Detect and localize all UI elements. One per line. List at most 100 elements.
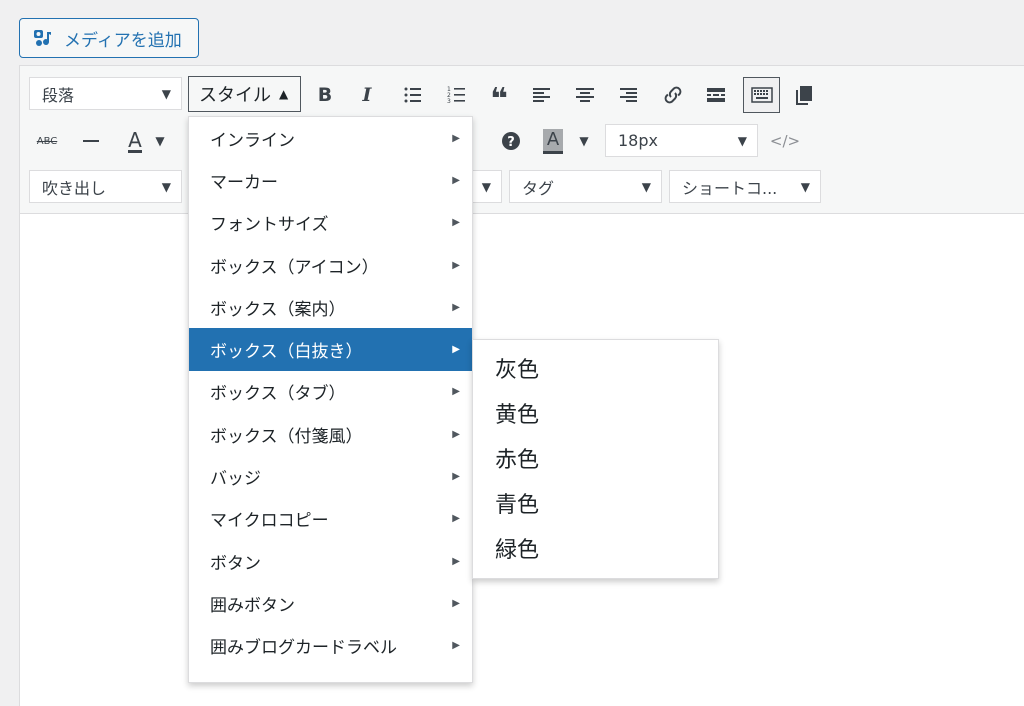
- italic-button[interactable]: I: [350, 78, 384, 112]
- font-size-select[interactable]: 18px ▼: [605, 124, 758, 157]
- font-size-value: 18px: [618, 131, 658, 150]
- menu-item-label: ボックス（案内）: [210, 299, 346, 320]
- align-center-icon: [576, 88, 594, 102]
- blockquote-button[interactable]: ❝: [482, 78, 516, 115]
- styles-dropdown-button[interactable]: スタイル ▲: [188, 76, 301, 112]
- shortcode-select[interactable]: ショートコ... ▼: [669, 170, 821, 203]
- chevron-right-icon: ▶: [452, 301, 460, 313]
- menu-item-button[interactable]: ボタン ▶: [189, 540, 472, 582]
- submenu-item-label: 青色: [495, 492, 540, 518]
- horizontal-line-button[interactable]: [74, 124, 108, 158]
- bullet-list-button[interactable]: [396, 78, 430, 112]
- menu-item-label: 囲みブログカードラベル: [210, 638, 397, 659]
- menu-item-box-guide[interactable]: ボックス（案内） ▶: [189, 286, 472, 328]
- align-right-icon: [620, 88, 637, 102]
- chevron-right-icon: ▶: [452, 217, 460, 229]
- menu-item-label: 囲みボタン: [210, 595, 295, 616]
- submenu-item-gray[interactable]: 灰色: [473, 345, 718, 390]
- text-color-dropdown[interactable]: ▼: [150, 124, 170, 158]
- chevron-down-icon: ▼: [155, 134, 165, 148]
- background-color-button[interactable]: A: [536, 124, 570, 158]
- insert-link-button[interactable]: [656, 78, 690, 112]
- bold-icon: B: [317, 84, 333, 106]
- help-icon: ?: [502, 132, 520, 150]
- align-center-button[interactable]: [568, 78, 602, 112]
- menu-item-blogcard-label[interactable]: 囲みブログカードラベル ▶: [189, 625, 472, 667]
- numbered-list-button[interactable]: 123: [440, 78, 474, 112]
- strikethrough-button[interactable]: ABC: [30, 124, 64, 158]
- submenu-item-label: 灰色: [495, 357, 540, 383]
- chevron-down-icon: ▼: [641, 180, 651, 194]
- chevron-down-icon: ▼: [800, 180, 810, 194]
- chevron-right-icon: ▶: [452, 513, 460, 525]
- add-media-label: メディアを追加: [64, 30, 182, 51]
- menu-item-box-icon[interactable]: ボックス（アイコン） ▶: [189, 244, 472, 286]
- chevron-down-icon: ▼: [579, 134, 589, 148]
- chevron-right-icon: ▶: [452, 344, 460, 356]
- code-icon: </>: [769, 132, 801, 150]
- callout-select-value: 吹き出し: [42, 178, 107, 198]
- background-color-icon: A: [542, 128, 564, 154]
- styles-label: スタイル: [199, 85, 271, 106]
- help-button[interactable]: ?: [494, 124, 528, 158]
- color-submenu: 灰色 黄色 赤色 青色 緑色: [472, 339, 719, 579]
- submenu-item-label: 赤色: [495, 447, 540, 473]
- shortcode-select-value: ショートコ...: [682, 178, 778, 198]
- format-select[interactable]: 段落 ▼: [29, 77, 182, 110]
- tag-select[interactable]: タグ ▼: [509, 170, 662, 203]
- add-media-button[interactable]: メディアを追加: [19, 18, 199, 58]
- numbered-list-icon: 123: [447, 86, 465, 105]
- chevron-down-icon: ▼: [161, 87, 171, 101]
- text-color-icon: A: [128, 127, 142, 153]
- strikethrough-icon: ABC: [36, 135, 58, 147]
- read-more-button[interactable]: [699, 78, 733, 112]
- read-more-icon: [707, 88, 725, 102]
- menu-item-inline[interactable]: インライン ▶: [189, 117, 472, 159]
- chevron-down-icon: ▼: [481, 180, 491, 194]
- chevron-right-icon: ▶: [452, 174, 460, 186]
- menu-item-label: バッジ: [210, 469, 261, 490]
- menu-item-label: ボックス（付箋風）: [210, 426, 363, 447]
- menu-item-label: ボックス（白抜き）: [210, 342, 363, 363]
- menu-item-label: ボックス（アイコン）: [210, 257, 379, 278]
- tag-select-value: タグ: [522, 178, 555, 198]
- callout-select[interactable]: 吹き出し ▼: [29, 170, 182, 203]
- submenu-item-label: 黄色: [495, 402, 540, 428]
- submenu-item-yellow[interactable]: 黄色: [473, 390, 718, 435]
- menu-item-label: ボタン: [210, 553, 261, 574]
- chevron-right-icon: ▶: [452, 555, 460, 567]
- menu-item-label: ボックス（タブ）: [210, 384, 346, 405]
- chevron-right-icon: ▶: [452, 471, 460, 483]
- submenu-item-green[interactable]: 緑色: [473, 525, 718, 570]
- menu-item-boxed-button[interactable]: 囲みボタン ▶: [189, 582, 472, 624]
- copy-button[interactable]: [787, 78, 821, 112]
- chevron-right-icon: ▶: [452, 132, 460, 144]
- chevron-right-icon: ▶: [452, 640, 460, 652]
- text-color-button[interactable]: A: [118, 124, 152, 158]
- code-button[interactable]: </>: [768, 124, 802, 158]
- toolbar-toggle-button[interactable]: [743, 77, 780, 113]
- menu-item-marker[interactable]: マーカー ▶: [189, 159, 472, 201]
- align-right-button[interactable]: [611, 78, 645, 112]
- submenu-item-blue[interactable]: 青色: [473, 480, 718, 525]
- horizontal-line-icon: [83, 140, 99, 142]
- menu-item-microcopy[interactable]: マイクロコピー ▶: [189, 498, 472, 540]
- menu-item-font-size[interactable]: フォントサイズ ▶: [189, 202, 472, 244]
- submenu-item-red[interactable]: 赤色: [473, 435, 718, 480]
- menu-item-badge[interactable]: バッジ ▶: [189, 455, 472, 497]
- bold-button[interactable]: B: [308, 78, 342, 112]
- media-icon: [34, 30, 51, 46]
- menu-item-box-sticky[interactable]: ボックス（付箋風） ▶: [189, 413, 472, 455]
- keyboard-icon: [750, 87, 773, 103]
- menu-item-box-outline[interactable]: ボックス（白抜き） ▶: [189, 328, 472, 371]
- align-left-button[interactable]: [525, 78, 559, 112]
- menu-item-box-tab[interactable]: ボックス（タブ） ▶: [189, 371, 472, 413]
- background-color-dropdown[interactable]: ▼: [574, 124, 594, 158]
- chevron-right-icon: ▶: [452, 597, 460, 609]
- menu-item-label: フォントサイズ: [210, 215, 329, 236]
- styles-menu: インライン ▶ マーカー ▶ フォントサイズ ▶ ボックス（アイコン） ▶ ボックス（案…: [188, 116, 473, 683]
- align-left-icon: [533, 88, 550, 102]
- menu-item-label: マイクロコピー: [210, 511, 329, 532]
- svg-text:3: 3: [447, 98, 451, 105]
- format-select-value: 段落: [42, 85, 75, 105]
